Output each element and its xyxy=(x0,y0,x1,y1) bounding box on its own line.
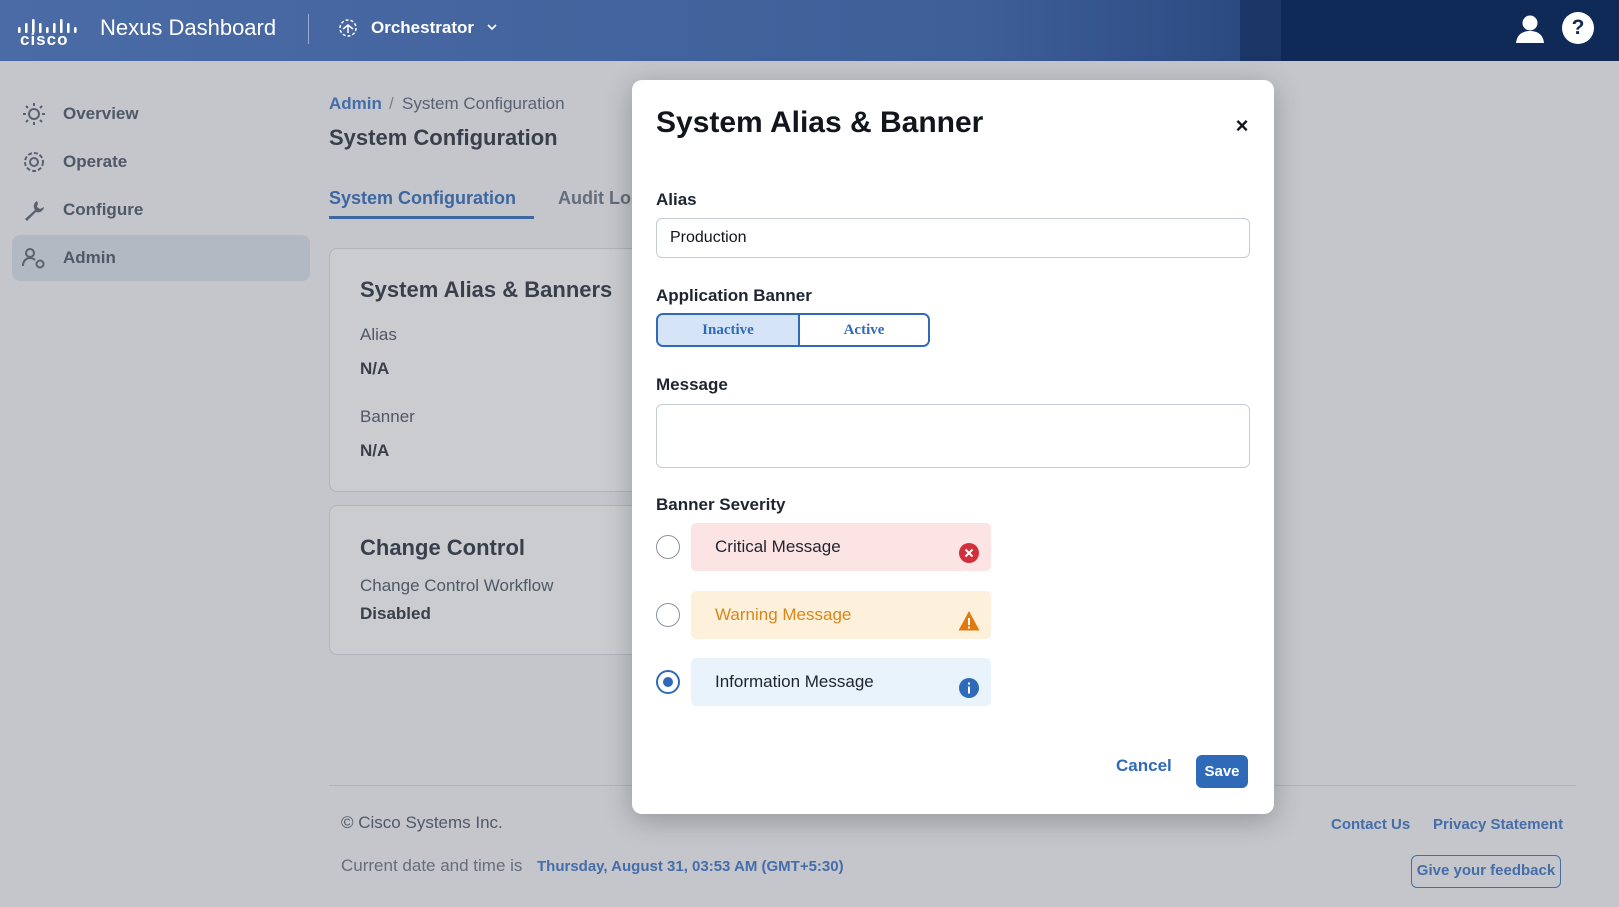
error-icon xyxy=(959,543,979,563)
help-icon[interactable]: ? xyxy=(1562,12,1594,44)
severity-warning-option[interactable]: Warning Message xyxy=(656,591,992,639)
cisco-wordmark: cisco xyxy=(20,30,69,49)
banner-toggle: Inactive Active xyxy=(656,313,930,347)
alias-input[interactable] xyxy=(656,218,1250,258)
app-title[interactable]: Nexus Dashboard xyxy=(100,15,276,41)
severity-warning-preview: Warning Message xyxy=(691,591,991,639)
banner-active-button[interactable]: Active xyxy=(800,315,928,345)
severity-critical-label: Critical Message xyxy=(715,537,841,556)
severity-info-preview: Information Message xyxy=(691,658,991,706)
warning-icon xyxy=(958,611,980,631)
severity-warning-label: Warning Message xyxy=(715,605,852,624)
save-button[interactable]: Save xyxy=(1196,755,1248,788)
user-icon[interactable] xyxy=(1514,12,1546,44)
chevron-down-icon[interactable] xyxy=(485,20,499,34)
banner-inactive-button[interactable]: Inactive xyxy=(658,315,800,345)
alias-banner-dialog: System Alias & Banner × Alias Applicatio… xyxy=(632,80,1274,814)
message-field-label: Message xyxy=(656,375,728,394)
alias-field-label: Alias xyxy=(656,190,697,209)
severity-info-option[interactable]: Information Message xyxy=(656,658,992,706)
banner-field-label: Application Banner xyxy=(656,286,812,305)
message-input[interactable] xyxy=(656,404,1250,468)
info-icon xyxy=(959,678,979,698)
severity-warning-radio[interactable] xyxy=(656,603,680,627)
severity-info-radio[interactable] xyxy=(656,670,680,694)
close-icon[interactable]: × xyxy=(1230,114,1254,138)
severity-info-label: Information Message xyxy=(715,672,874,691)
dialog-title: System Alias & Banner xyxy=(656,106,984,139)
header-divider xyxy=(308,14,309,44)
severity-critical-option[interactable]: Critical Message xyxy=(656,523,992,571)
cancel-button[interactable]: Cancel xyxy=(1116,756,1172,776)
top-bar: cisco Nexus Dashboard Orchestrator ? xyxy=(0,0,1619,61)
severity-field-label: Banner Severity xyxy=(656,495,786,514)
severity-critical-radio[interactable] xyxy=(656,535,680,559)
severity-critical-preview: Critical Message xyxy=(691,523,991,571)
orchestrator-icon xyxy=(339,19,357,37)
service-switcher[interactable]: Orchestrator xyxy=(371,18,474,38)
